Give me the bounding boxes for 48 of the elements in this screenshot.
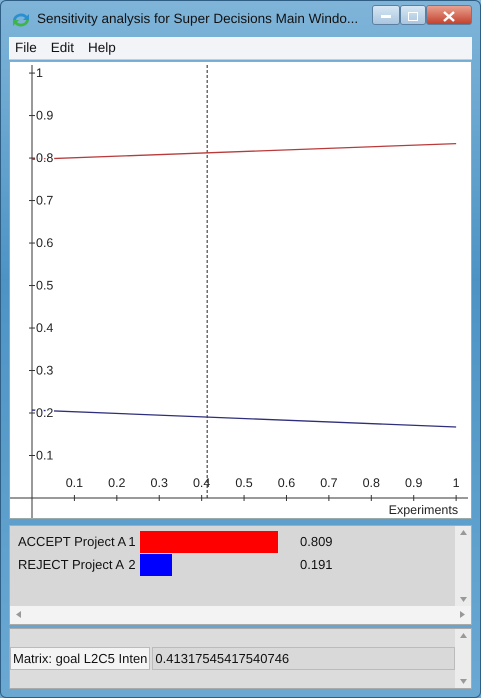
- maximize-icon: [408, 12, 418, 21]
- x-tick-label: 0.5: [235, 476, 253, 490]
- scroll-down-icon[interactable]: [460, 596, 466, 602]
- close-button[interactable]: [426, 4, 472, 25]
- priority-value: 0.191: [300, 556, 333, 574]
- vertical-scrollbar[interactable]: [455, 526, 471, 606]
- x-tick-label: 0.4: [192, 476, 210, 490]
- alternative-label: REJECT Project A: [18, 556, 124, 574]
- minimize-icon: [381, 14, 391, 18]
- scroll-up-icon[interactable]: [460, 632, 466, 638]
- x-tick-label: 0.1: [66, 476, 84, 490]
- x-tick-label: 0.6: [278, 476, 296, 490]
- maximize-button[interactable]: [400, 4, 426, 25]
- vertical-scrollbar[interactable]: [455, 628, 471, 688]
- x-tick-label: 0.3: [150, 476, 168, 490]
- x-tick-label: 0.7: [320, 476, 338, 490]
- scroll-up-icon[interactable]: [460, 530, 466, 536]
- scroll-right-icon[interactable]: [460, 611, 465, 618]
- horizontal-scrollbar[interactable]: [10, 606, 471, 624]
- priority-value: 0.809: [300, 533, 333, 552]
- reference-line[interactable]: [206, 64, 208, 499]
- scroll-left-icon[interactable]: [16, 611, 21, 618]
- y-tick-label: 0.6: [36, 236, 54, 250]
- alternative-index: 1: [127, 533, 137, 552]
- alternative-label: ACCEPT Project A: [18, 533, 124, 552]
- scroll-down-icon[interactable]: [460, 679, 466, 684]
- menu-item[interactable]: File: [15, 38, 37, 58]
- y-tick-label: 1: [36, 66, 43, 81]
- x-tick-label: 0.9: [405, 476, 422, 490]
- y-tick-label: 0.3: [36, 364, 54, 378]
- x-tick-label: 0.2: [108, 476, 126, 490]
- x-axis-label: Experiments: [388, 503, 458, 518]
- y-tick-label: 0.5: [36, 279, 54, 293]
- y-tick-label: 0.1: [36, 448, 54, 463]
- parameter-value-field[interactable]: 0.41317545417540746: [152, 646, 455, 670]
- window-title: Sensitivity analysis for Super Decisions Main Windo...: [37, 10, 358, 28]
- x-tick-label: 0.8: [362, 476, 380, 490]
- y-tick-label: 0.7: [36, 194, 54, 208]
- menu-item[interactable]: Edit: [50, 38, 74, 58]
- menu-item[interactable]: Help: [88, 38, 116, 58]
- minimize-button[interactable]: [372, 4, 400, 25]
- y-tick-label: 0.4: [36, 321, 54, 336]
- x-tick-label: 1: [452, 476, 460, 490]
- app-icon: [11, 10, 31, 29]
- alternative-index: 2: [127, 556, 137, 574]
- parameter-label: Matrix: goal L2C5 Inten: [10, 646, 150, 670]
- y-tick-label: 0.9: [36, 109, 54, 124]
- close-icon: [443, 10, 455, 22]
